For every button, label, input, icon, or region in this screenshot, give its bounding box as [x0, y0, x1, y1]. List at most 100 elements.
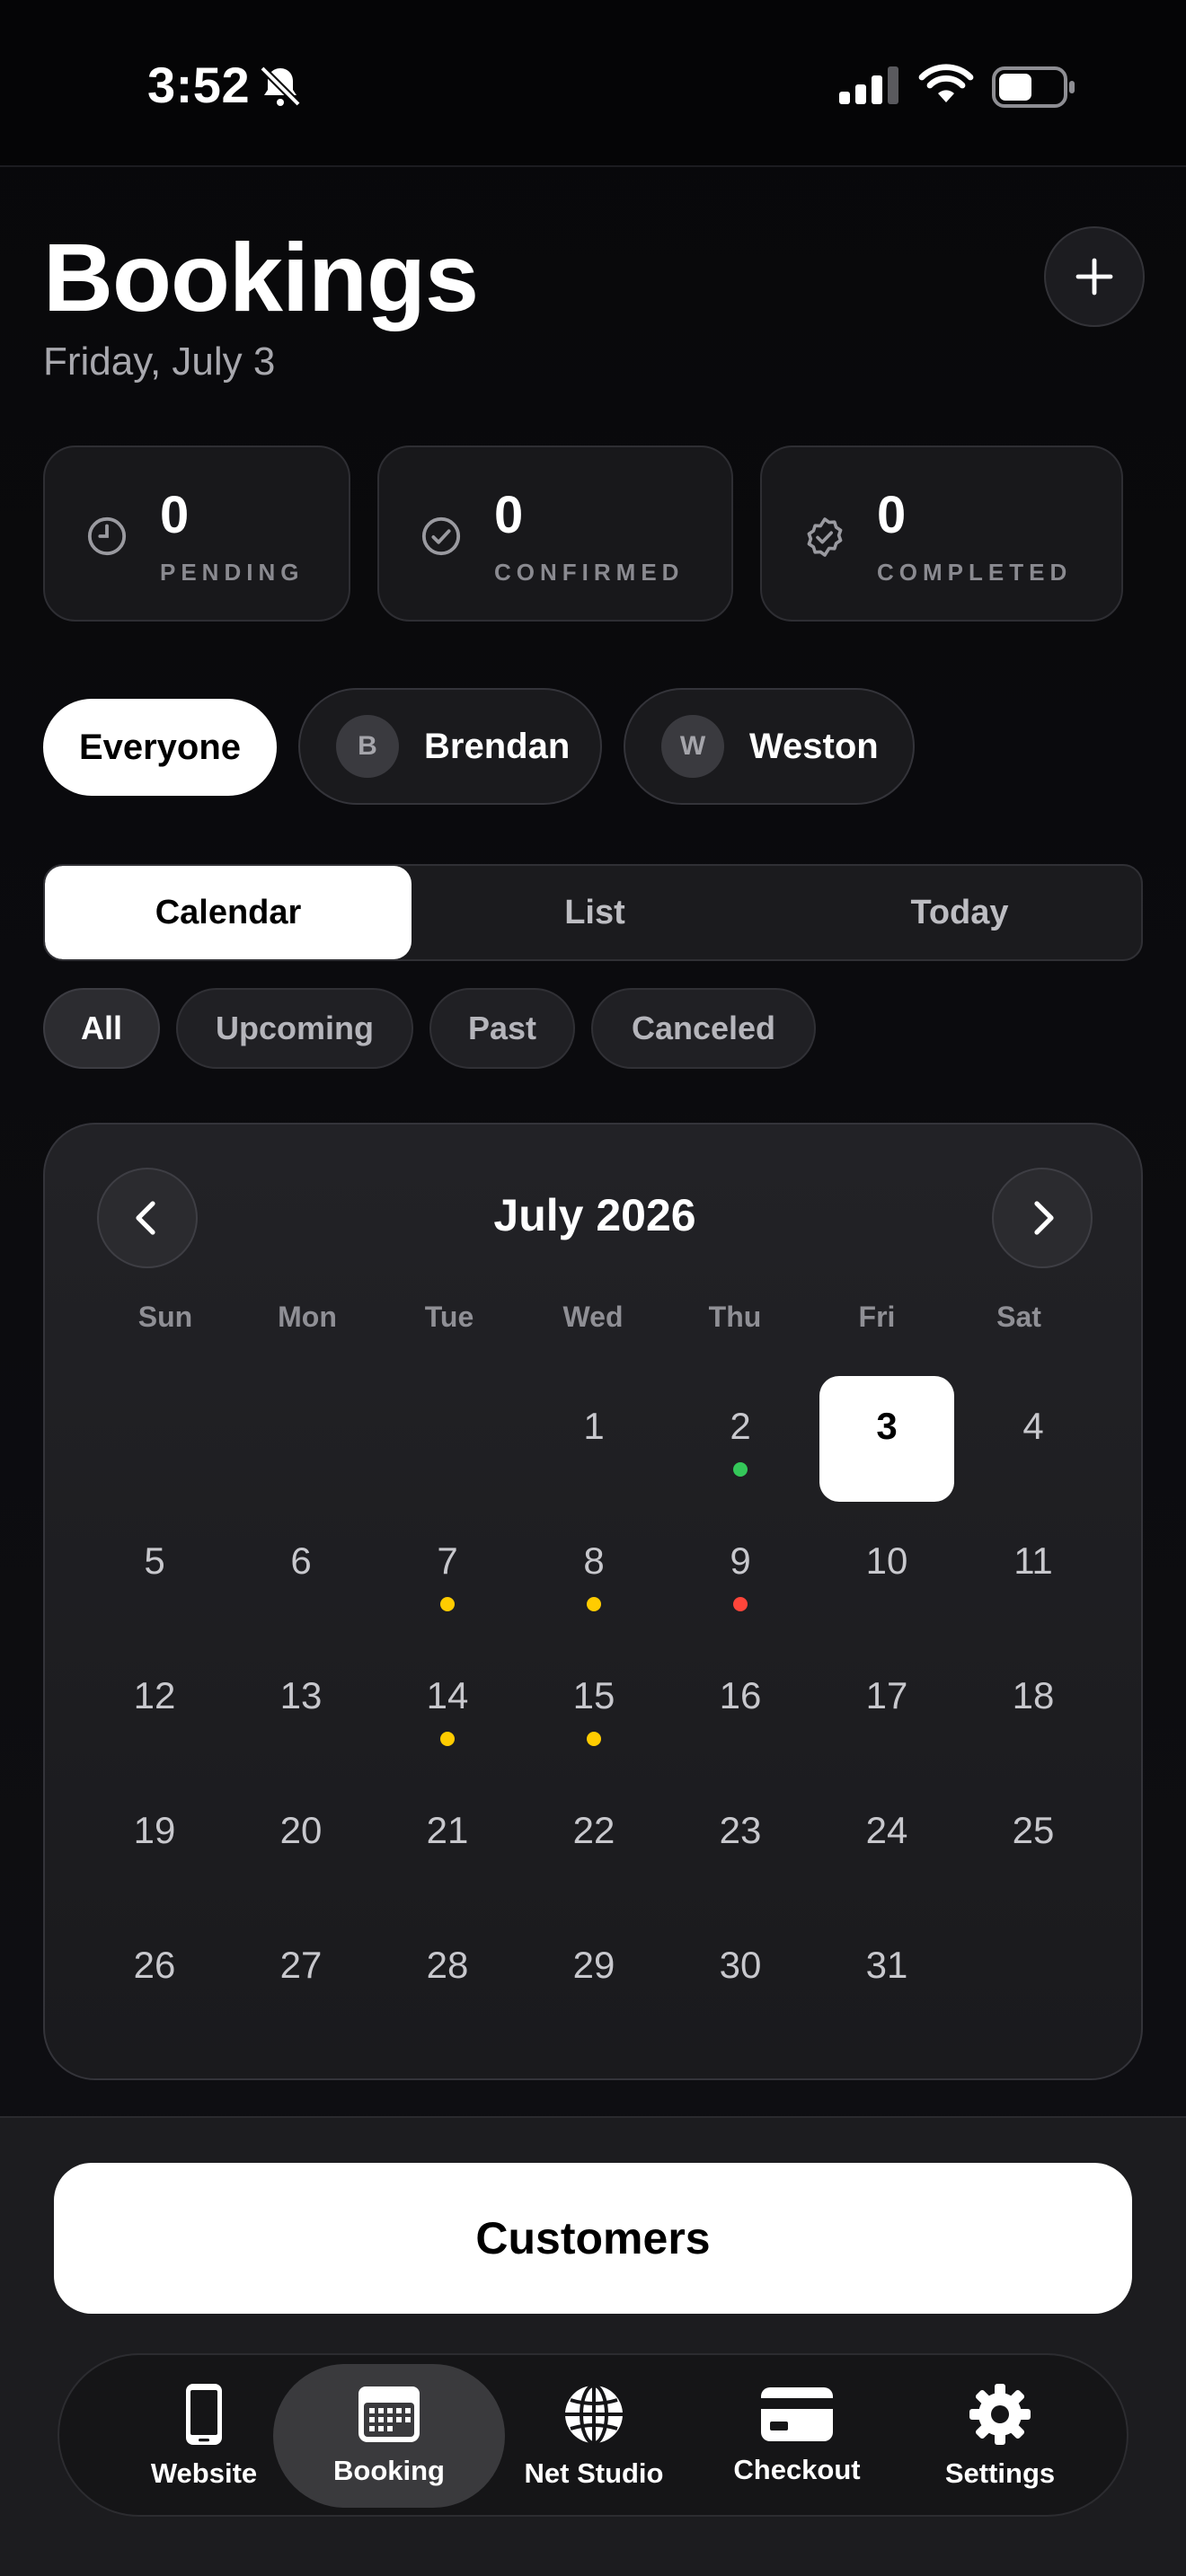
day-number: 13 [279, 1674, 323, 1716]
calendar-day[interactable]: 13 [234, 1645, 368, 1771]
day-number: 31 [865, 1944, 908, 1986]
calendar-month-title: July 2026 [493, 1190, 696, 1240]
calendar-day[interactable]: 20 [234, 1780, 368, 1906]
weekday-label: Thu [708, 1301, 762, 1333]
calendar-day[interactable]: 24 [819, 1780, 954, 1906]
calendar-day[interactable]: 26 [87, 1915, 222, 2041]
calendar-day[interactable]: 23 [673, 1780, 808, 1906]
calendar-day[interactable]: 5 [87, 1511, 222, 1636]
booking-indicator-dot [440, 1732, 455, 1746]
next-month-button[interactable] [992, 1168, 1093, 1268]
weekday-label: Sun [137, 1301, 193, 1333]
bookings-screen: 3:52 Bookings Friday, July 3 0 PENDING 0… [0, 0, 1186, 2576]
stat-value: 0 [877, 486, 907, 544]
calendar-day[interactable]: 10 [819, 1511, 954, 1636]
add-booking-button[interactable] [1044, 226, 1145, 327]
filter-pill-canceled[interactable]: Canceled [591, 988, 816, 1069]
calendar-day[interactable]: 19 [87, 1780, 222, 1906]
booking-indicator-dot [587, 1597, 601, 1611]
globe-icon [565, 2384, 623, 2445]
tab-bar-item-settings[interactable]: Settings [898, 2364, 1102, 2508]
calendar-day[interactable]: 9 [673, 1511, 808, 1636]
page-title: Bookings [43, 223, 479, 331]
tab-bar-label: Website [150, 2457, 258, 2489]
weekday-label: Sat [996, 1301, 1041, 1333]
day-number: 10 [865, 1539, 908, 1582]
tab-bar-label: Net Studio [524, 2457, 664, 2489]
day-number: 14 [426, 1674, 469, 1716]
gear-icon [969, 2384, 1031, 2445]
stat-value: 0 [494, 486, 524, 544]
calendar-day[interactable]: 18 [966, 1645, 1101, 1771]
verified-badge-icon [807, 517, 843, 557]
calendar-day[interactable]: 29 [527, 1915, 661, 2041]
stat-label: CONFIRMED [494, 559, 685, 586]
day-number: 8 [583, 1539, 605, 1582]
day-number: 22 [572, 1809, 615, 1851]
day-number: 23 [719, 1809, 762, 1851]
tab-bar-item-checkout[interactable]: Checkout [695, 2364, 898, 2508]
filter-pill-upcoming[interactable]: Upcoming [176, 988, 413, 1069]
calendar-day[interactable]: 17 [819, 1645, 954, 1771]
calendar-day[interactable]: 11 [966, 1511, 1101, 1636]
tab-today[interactable]: Today [778, 866, 1141, 959]
tab-list[interactable]: List [412, 866, 778, 959]
stat-card-confirmed[interactable]: 0 CONFIRMED [377, 446, 733, 622]
weekday-label: Mon [278, 1301, 337, 1333]
filter-chip-everyone[interactable]: Everyone [43, 699, 277, 796]
day-number: 17 [865, 1674, 908, 1716]
filter-pill-all[interactable]: All [43, 988, 160, 1069]
filter-chip-weston[interactable]: W Weston [624, 688, 915, 805]
calendar-day[interactable]: 8 [527, 1511, 661, 1636]
calendar-day[interactable]: 27 [234, 1915, 368, 2041]
day-number: 28 [426, 1944, 469, 1986]
stat-card-pending[interactable]: 0 PENDING [43, 446, 350, 622]
filter-chip-brendan[interactable]: B Brendan [298, 688, 602, 805]
day-number: 30 [719, 1944, 762, 1986]
calendar-day[interactable]: 28 [380, 1915, 515, 2041]
calendar-day[interactable]: 4 [966, 1376, 1101, 1502]
calendar-day[interactable]: 31 [819, 1915, 954, 2041]
customers-button[interactable]: Customers [54, 2163, 1132, 2314]
tab-bar-item-net-studio[interactable]: Net Studio [492, 2364, 695, 2508]
calendar-day[interactable]: 16 [673, 1645, 808, 1771]
day-number: 25 [1012, 1809, 1055, 1851]
view-segmented-control: Calendar List Today [43, 864, 1143, 961]
day-number: 27 [279, 1944, 323, 1986]
battery-icon [992, 66, 1075, 108]
calendar-day[interactable]: 6 [234, 1511, 368, 1636]
calendar-day[interactable]: 14 [380, 1645, 515, 1771]
plus-icon [1075, 258, 1113, 296]
calendar-day[interactable]: 12 [87, 1645, 222, 1771]
booking-indicator-dot [440, 1597, 455, 1611]
tab-bar-item-booking[interactable]: Booking [273, 2364, 505, 2508]
day-number: 4 [1022, 1405, 1044, 1447]
day-number: 20 [279, 1809, 323, 1851]
calendar-day[interactable]: 15 [527, 1645, 661, 1771]
calendar-card: July 2026 Sun Mon Tue Wed Thu Fri Sat 12345678… [43, 1123, 1143, 2080]
calendar-day[interactable]: 7 [380, 1511, 515, 1636]
day-number: 1 [583, 1405, 605, 1447]
stat-value: 0 [160, 486, 190, 544]
day-number: 15 [572, 1674, 615, 1716]
day-number: 3 [876, 1405, 898, 1447]
tab-bar-label: Settings [944, 2457, 1056, 2489]
day-number: 7 [437, 1539, 458, 1582]
filter-pill-past[interactable]: Past [429, 988, 575, 1069]
day-number: 16 [719, 1674, 762, 1716]
calendar-day[interactable]: 22 [527, 1780, 661, 1906]
check-circle-icon [421, 516, 461, 556]
chip-label: Brendan [424, 726, 571, 766]
tab-calendar[interactable]: Calendar [45, 866, 412, 959]
calendar-day[interactable]: 2 [673, 1376, 808, 1502]
page-date: Friday, July 3 [43, 340, 276, 384]
calendar-day-selected[interactable]: 3 [819, 1376, 954, 1502]
calendar-day[interactable]: 21 [380, 1780, 515, 1906]
calendar-day[interactable]: 25 [966, 1780, 1101, 1906]
day-number: 9 [730, 1539, 751, 1582]
booking-indicator-dot [587, 1732, 601, 1746]
stat-card-completed[interactable]: 0 COMPLETED [760, 446, 1123, 622]
calendar-day[interactable]: 30 [673, 1915, 808, 2041]
day-number: 24 [865, 1809, 908, 1851]
calendar-day[interactable]: 1 [527, 1376, 661, 1502]
